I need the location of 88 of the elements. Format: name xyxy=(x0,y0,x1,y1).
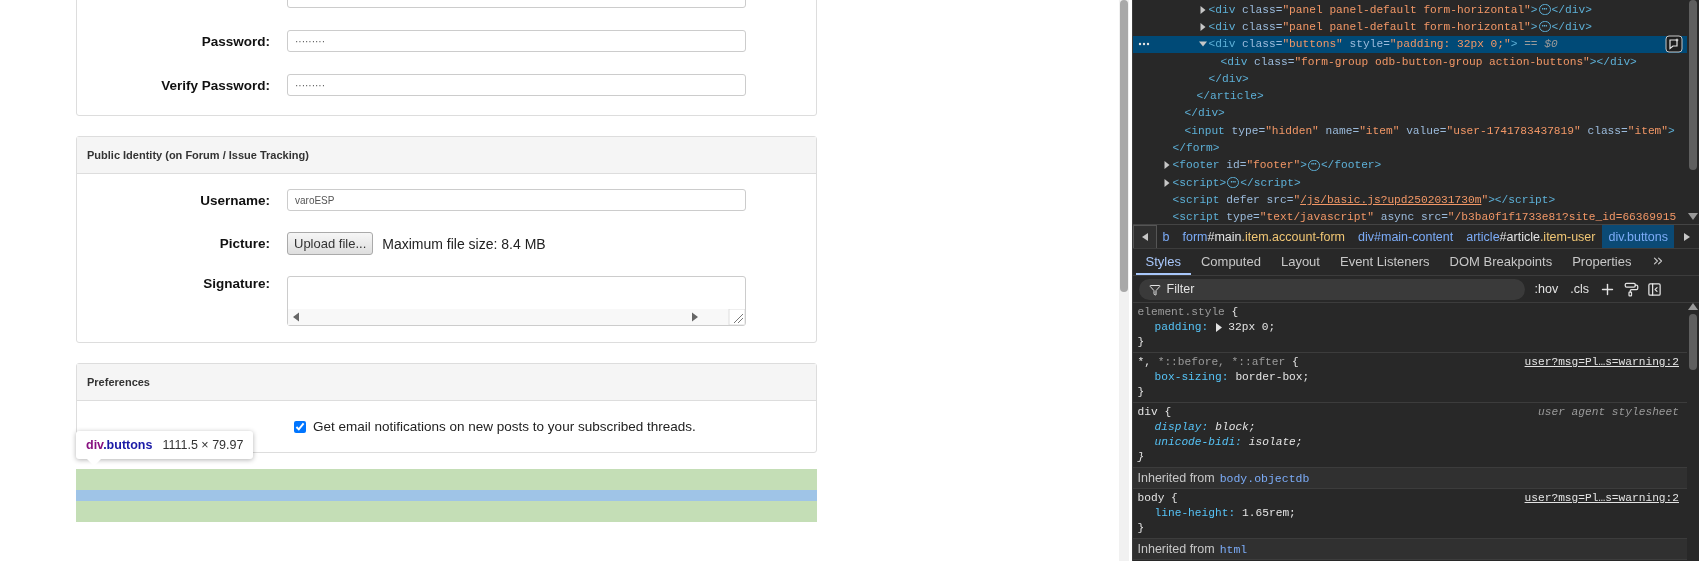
css-brace: } xyxy=(1137,335,1145,350)
panel-tab[interactable]: Event Listeners xyxy=(1329,249,1440,275)
css-selector: element.style { xyxy=(1137,305,1239,320)
toolbar-toggle[interactable]: .cls xyxy=(1568,282,1591,296)
panel-header: Preferences xyxy=(77,364,816,401)
panel-header: Public Identity (on Forum / Issue Tracking) xyxy=(77,137,816,174)
scrollbar-thumb[interactable] xyxy=(1689,314,1697,370)
toolbar-toggle[interactable]: :hov xyxy=(1532,282,1561,296)
upload-button[interactable]: Upload file... xyxy=(287,232,374,255)
breadcrumb-item[interactable]: div.buttons xyxy=(1602,225,1674,248)
caret-icon[interactable] xyxy=(1141,232,1148,241)
caret-icon[interactable] xyxy=(1684,232,1690,241)
field-label: Username: xyxy=(199,192,270,208)
css-property[interactable]: line-height: xyxy=(1154,506,1236,521)
css-property[interactable]: unicode-bidi: xyxy=(1154,435,1242,450)
dom-tree-row[interactable]: <input type="hidden" name="item" value="user-1741783437819" class="item"> xyxy=(1132,122,1687,140)
breadcrumb-item[interactable]: b xyxy=(1156,225,1176,248)
caret-icon[interactable] xyxy=(1215,323,1224,332)
field-label: Picture: xyxy=(218,236,270,251)
password-field[interactable]: ········· xyxy=(287,30,746,52)
dom-tree-row[interactable]: <script defer src="/js/basic.js?upd2502031730m"></script> xyxy=(1132,191,1687,209)
css-property[interactable]: box-sizing: xyxy=(1154,370,1229,385)
breadcrumb-item[interactable]: div#main-content xyxy=(1352,225,1460,248)
panel-tab[interactable]: Properties xyxy=(1562,249,1642,275)
dom-tree-row[interactable]: </div> xyxy=(1132,70,1687,88)
css-selector: body { xyxy=(1137,491,1178,506)
dom-tree-row[interactable]: </article> xyxy=(1132,87,1687,105)
dom-tree-row[interactable]: </div> xyxy=(1132,104,1687,123)
password-field[interactable]: ········· xyxy=(287,74,746,96)
scroll-down-arrow-icon[interactable] xyxy=(1688,213,1698,220)
panel-tab[interactable]: Computed xyxy=(1190,249,1271,275)
css-selector: div { xyxy=(1137,405,1172,420)
dom-tree-row[interactable]: <script> ⋯ </script> xyxy=(1132,173,1687,192)
dom-tree-row[interactable]: <div class="form-group odb-button-group action-buttons"></div> xyxy=(1132,52,1687,71)
dom-tree-row[interactable]: <div class="panel panel-default form-horizontal"> ⋯ </div> xyxy=(1132,1,1687,19)
sidebar-toggle-icon[interactable] xyxy=(1646,281,1662,297)
element-selector: div.buttons xyxy=(86,438,153,452)
css-value[interactable]: isolate; xyxy=(1248,435,1303,450)
panel-tab[interactable]: DOM Breakpoints xyxy=(1439,249,1563,275)
caret-icon[interactable] xyxy=(1162,178,1171,187)
inherited-label: Inherited from xyxy=(1137,542,1215,556)
dom-tree-row[interactable]: <footer id="footer"> ⋯ </footer> xyxy=(1132,156,1687,174)
ai-assistant-icon[interactable] xyxy=(1665,35,1683,54)
dom-tree-row[interactable]: <div class="buttons" style="padding: 32px 0;"> == $0 xyxy=(1132,35,1687,53)
element-link[interactable]: html xyxy=(1219,542,1248,556)
field-label: Password: xyxy=(200,33,270,49)
scrollbar[interactable] xyxy=(1118,0,1129,561)
css-value[interactable]: 1.65rem; xyxy=(1242,506,1296,521)
checkbox[interactable] xyxy=(294,420,306,433)
inherited-label: Inherited from xyxy=(1137,471,1215,485)
field-label: Signature: xyxy=(202,276,270,291)
paint-roller-icon[interactable] xyxy=(1623,281,1639,297)
css-brace: } xyxy=(1137,450,1145,465)
dom-tree-row[interactable]: <script type="text/javascript" async src="/b3ba0f1f1733e81?site_id=66369915 xyxy=(1132,208,1687,224)
css-brace: } xyxy=(1137,521,1145,536)
panel-tab[interactable]: Styles xyxy=(1135,249,1191,275)
panel-tab[interactable]: Layout xyxy=(1270,249,1330,275)
element-link[interactable]: body.objectdb xyxy=(1219,471,1310,485)
caret-icon[interactable] xyxy=(1198,5,1207,14)
caret-icon[interactable] xyxy=(1198,40,1207,49)
checkbox-label: Get email notifications on new posts to your subscribed threads. xyxy=(313,419,696,434)
breadcrumb-item[interactable]: article#article.item-user xyxy=(1460,225,1602,248)
css-value[interactable]: 32px 0; xyxy=(1228,320,1276,335)
source-link[interactable]: user?msg=Pl…s=warning:2 xyxy=(1524,491,1679,506)
caret-icon[interactable] xyxy=(1198,22,1207,31)
caret-icon[interactable] xyxy=(1162,161,1171,170)
dom-tree-row[interactable]: </form> xyxy=(1132,139,1687,157)
css-property[interactable]: display: xyxy=(1154,420,1209,435)
username-field[interactable]: varoESP xyxy=(287,189,746,211)
scroll-up-arrow-icon[interactable] xyxy=(1688,303,1698,310)
stylesheet-note: user agent stylesheet xyxy=(1538,405,1679,420)
field-label: Verify Password: xyxy=(160,77,270,93)
css-value[interactable]: block; xyxy=(1215,420,1256,435)
filter-field[interactable]: Filter xyxy=(1138,278,1525,300)
more-icon[interactable] xyxy=(1137,42,1150,47)
css-selector: *, *::before, *::after { xyxy=(1137,355,1299,370)
dom-tree-row[interactable]: <div class="panel panel-default form-horizontal"> ⋯ </div> xyxy=(1132,18,1687,36)
source-link[interactable]: user?msg=Pl…s=warning:2 xyxy=(1524,355,1679,370)
scroll-left-button[interactable] xyxy=(1132,225,1157,248)
css-brace: } xyxy=(1137,385,1145,400)
element-size: 1111.5 × 79.97 xyxy=(162,438,244,452)
css-property[interactable]: padding: xyxy=(1154,320,1209,335)
signature-field[interactable] xyxy=(287,276,746,326)
scrollbar-thumb[interactable] xyxy=(1689,0,1697,170)
css-value[interactable]: border-box; xyxy=(1235,370,1310,385)
horizontal-scrollbar[interactable] xyxy=(288,309,745,325)
breadcrumb-item[interactable]: form#main.item.account-form xyxy=(1176,225,1352,248)
file-size-hint: Maximum file size: 8.4 MB xyxy=(382,235,546,252)
